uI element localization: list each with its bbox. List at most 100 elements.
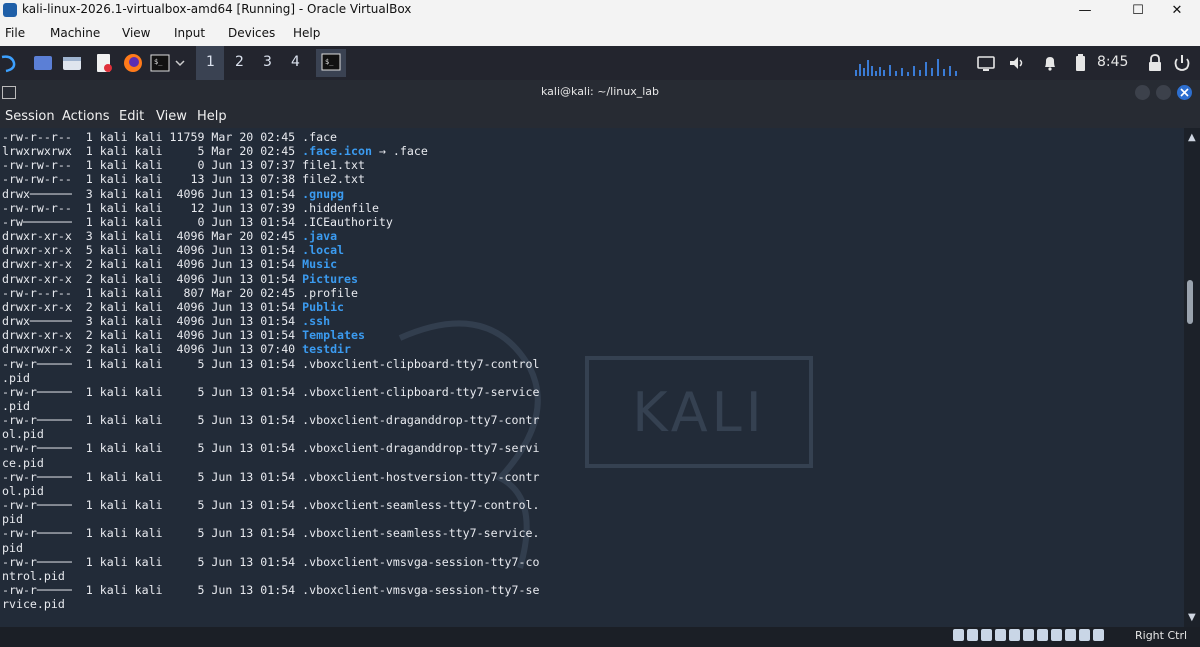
keyboard-status-icon[interactable] [1093,629,1104,641]
output-line: drwxr-xr-x 2 kali kali 4096 Jun 13 01:54… [2,299,345,314]
workspace-4[interactable]: 4 [291,54,300,70]
output-line: -rw-r───── 1 kali kali 5 Jun 13 01:54 .v… [2,469,540,484]
output-line: pid [2,512,23,527]
output-line: -rw-r───── 1 kali kali 5 Jun 13 01:54 .v… [2,498,540,513]
menu-help[interactable]: Help [293,26,320,40]
output-line: pid [2,540,23,555]
output-line: -rw-r───── 1 kali kali 5 Jun 13 01:54 .v… [2,356,540,371]
clock[interactable]: 8:45 [1097,54,1128,70]
svg-text:$_: $_ [325,58,334,66]
kali-top-panel: $_ 1 2 3 4 $_ 8:45 [0,46,1200,80]
terminal-menu-bar: Session Actions Edit View Help [0,104,1200,128]
menu-view[interactable]: View [122,26,150,40]
menu-devices[interactable]: Devices [228,26,275,40]
audio-status-icon[interactable] [981,629,992,641]
terminal-scrollbar[interactable] [1184,128,1200,627]
output-line: drwxrwxr-x 2 kali kali 4096 Jun 13 07:40… [2,342,352,357]
terminal-launcher-icon[interactable]: $_ [150,53,170,73]
output-line: -rw-r--r-- 1 kali kali 11759 Mar 20 02:4… [2,130,338,144]
terminal-menu-edit[interactable]: Edit [119,109,144,124]
terminal-output-area[interactable]: KALI -rw-r--r-- 1 kali kali 11759 Mar 20… [0,128,1184,627]
output-line: rvice.pid [2,597,65,612]
hdd-status-icon[interactable] [953,629,964,641]
terminal-close-button[interactable] [1177,85,1192,100]
output-line: .pid [2,398,30,413]
usb-status-icon[interactable] [1009,629,1020,641]
directory-name: Templates [302,328,365,343]
terminal-menu-session[interactable]: Session [5,109,55,124]
output-line: ol.pid [2,427,44,442]
file-manager-icon[interactable] [62,53,82,73]
cpu-graph [855,56,965,80]
menu-file[interactable]: File [5,26,25,40]
display-icon[interactable] [976,53,996,73]
scrollbar-thumb[interactable] [1187,280,1193,324]
vm-menu-bar: File Machine View Input Devices Help [0,20,1200,46]
minimize-button[interactable]: — [1062,0,1108,20]
directory-name: .gnupg [302,186,345,201]
output-line: ntrol.pid [2,568,65,583]
output-line: drwxr-xr-x 5 kali kali 4096 Jun 13 01:54… [2,243,345,258]
terminal-menu-view[interactable]: View [156,109,187,124]
network-status-icon[interactable] [995,629,1006,641]
directory-name: .local [302,243,345,258]
chevron-down-icon[interactable] [173,53,187,73]
firefox-icon[interactable] [123,53,143,73]
terminal-menu-help[interactable]: Help [197,109,227,124]
scroll-up-arrow-icon[interactable]: ▲ [1188,132,1196,143]
recording-icon[interactable] [1051,629,1062,641]
host-key-label: Right Ctrl [1135,629,1188,642]
directory-name: Public [302,299,345,314]
directory-name: .java [302,229,338,244]
virtualbox-icon [3,3,17,17]
output-line: -rw-r───── 1 kali kali 5 Jun 13 01:54 .v… [2,441,540,456]
volume-icon[interactable] [1007,53,1027,73]
terminal-title-bar[interactable]: kali@kali: ~/linux_lab [0,80,1200,104]
workspace-1[interactable]: 1 [206,54,215,70]
menu-input[interactable]: Input [174,26,205,40]
output-line: -rw-rw-r-- 1 kali kali 12 Jun 13 07:39 .… [2,200,379,215]
lock-icon[interactable] [1145,53,1165,73]
shared-folders-icon[interactable] [1023,629,1034,641]
output-line: -rw-r───── 1 kali kali 5 Jun 13 01:54 .v… [2,413,540,428]
logout-icon[interactable] [1172,53,1192,73]
mouse-integration-icon[interactable] [1079,629,1090,641]
output-line: -rw-r───── 1 kali kali 5 Jun 13 01:54 .v… [2,384,540,399]
directory-name: Music [302,257,338,272]
directory-name: Pictures [302,271,358,286]
output-line: ce.pid [2,455,44,470]
menu-machine[interactable]: Machine [50,26,100,40]
optical-drive-icon[interactable] [967,629,978,641]
output-line: drwx────── 3 kali kali 4096 Jun 13 01:54… [2,314,331,329]
terminal-minimize-button[interactable] [1135,85,1150,100]
window-title: kali-linux-2026.1-virtualbox-amd64 [Runn… [22,2,412,16]
text-editor-icon[interactable] [94,53,114,73]
battery-icon[interactable] [1070,53,1090,73]
show-desktop-icon[interactable] [33,53,53,73]
terminal-menu-actions[interactable]: Actions [62,109,110,124]
notification-bell-icon[interactable] [1040,53,1060,73]
kali-menu-icon[interactable] [0,53,18,73]
workspace-2[interactable]: 2 [235,54,244,70]
display-status-icon[interactable] [1037,629,1048,641]
svg-text:$_: $_ [154,58,163,66]
window-title-bar: kali-linux-2026.1-virtualbox-amd64 [Runn… [0,0,1200,20]
output-line: drwxr-xr-x 2 kali kali 4096 Jun 13 01:54… [2,328,365,343]
terminal-title: kali@kali: ~/linux_lab [540,85,660,98]
close-button[interactable]: ✕ [1154,0,1200,20]
workspace-3[interactable]: 3 [263,54,272,70]
cpu-status-icon[interactable] [1065,629,1076,641]
directory-name: testdir [302,342,352,357]
directory-name: .ssh [302,314,331,329]
output-line: lrwxrwxrwx 1 kali kali 5 Mar 20 02:45 .f… [2,144,428,159]
terminal-window: kali@kali: ~/linux_lab Session Actions E… [0,80,1200,627]
output-line: drwxr-xr-x 2 kali kali 4096 Jun 13 01:54… [2,257,338,272]
directory-name: .face.icon [302,144,372,159]
output-line: -rw-rw-r-- 1 kali kali 0 Jun 13 07:37 fi… [2,158,365,173]
scroll-down-arrow-icon[interactable]: ▼ [1188,612,1196,623]
taskbar-terminal-button[interactable]: $_ [316,49,346,77]
terminal-maximize-button[interactable] [1156,85,1171,100]
output-line: drwxr-xr-x 2 kali kali 4096 Jun 13 01:54… [2,271,358,286]
output-line: -rw-rw-r-- 1 kali kali 13 Jun 13 07:38 f… [2,172,365,187]
output-line: ol.pid [2,483,44,498]
